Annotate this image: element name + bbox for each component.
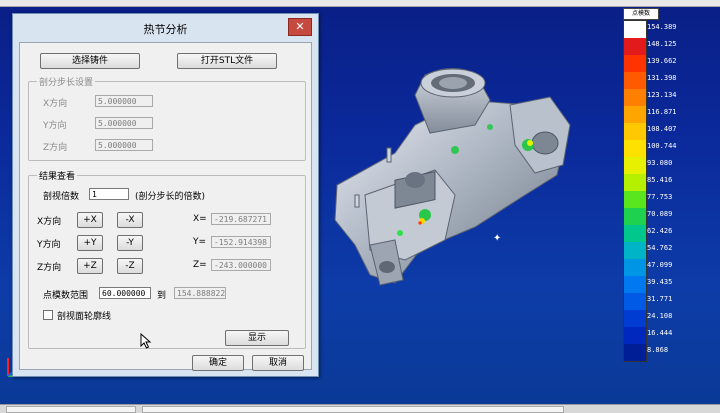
legend-color-cell (624, 293, 646, 310)
x-step-field[interactable]: 5.000000 (95, 95, 153, 107)
z-step-field[interactable]: 5.000000 (95, 139, 153, 151)
section-multiplier-hint: (剖分步长的倍数) (135, 192, 206, 202)
legend-value: 93.080 (647, 159, 673, 167)
legend-color-bar (623, 20, 647, 362)
legend-color-cell (624, 191, 646, 208)
legend-color-cell (624, 72, 646, 89)
legend-value: 123.134 (647, 91, 677, 99)
z-axis-label: Z方向 (37, 263, 62, 273)
legend-value: 100.744 (647, 142, 677, 150)
display-button[interactable]: 显示 (225, 330, 289, 346)
legend-value: 108.407 (647, 125, 677, 133)
select-casting-button[interactable]: 选择铸件 (40, 53, 140, 69)
legend-value: 39.435 (647, 278, 673, 286)
results-group: 结果查看 剖视倍数 1 (剖分步长的倍数) X方向 +X -X X= -219.… (28, 169, 306, 349)
plus-y-button[interactable]: +Y (77, 235, 103, 251)
legend-value: 8.868 (647, 346, 669, 354)
hot-spot-analysis-dialog: 热节分析 ✕ 选择铸件 打开STL文件 剖分步长设置 X方向 5.000000 … (12, 13, 319, 377)
plus-x-button[interactable]: +X (77, 212, 103, 228)
legend-value: 16.444 (647, 329, 673, 337)
results-group-label: 结果查看 (37, 169, 78, 182)
legend-color-cell (624, 106, 646, 123)
open-stl-button[interactable]: 打开STL文件 (177, 53, 277, 69)
plus-z-button[interactable]: +Z (77, 258, 103, 274)
z-coord-label: Z= (193, 260, 207, 270)
legend-color-cell (624, 123, 646, 140)
subdivision-group-label: 剖分步长设置 (37, 75, 96, 88)
legend-color-cell (624, 157, 646, 174)
legend-color-cell (624, 55, 646, 72)
minus-y-button[interactable]: -Y (117, 235, 143, 251)
legend-color-cell (624, 174, 646, 191)
legend-title: 点模数 (623, 8, 659, 20)
legend-value: 54.762 (647, 244, 673, 252)
legend-value: 116.871 (647, 108, 677, 116)
x-axis-label: X方向 (37, 217, 62, 227)
app-top-bar (0, 0, 720, 7)
range-from-field[interactable]: 60.000000 (99, 287, 151, 299)
close-button[interactable]: ✕ (288, 18, 312, 36)
minus-z-button[interactable]: -Z (117, 258, 143, 274)
legend-color-cell (624, 21, 646, 38)
legend-value: 131.398 (647, 74, 677, 82)
y-axis-label: Y方向 (37, 240, 61, 250)
range-to-field[interactable]: 154.888822 (174, 287, 226, 299)
legend-color-cell (624, 140, 646, 157)
z-step-label: Z方向 (43, 143, 68, 153)
minus-x-button[interactable]: -X (117, 212, 143, 228)
y-coord-label: Y= (193, 237, 207, 247)
legend-color-cell (624, 310, 646, 327)
legend-color-cell (624, 327, 646, 344)
ok-button[interactable]: 确定 (192, 355, 244, 371)
range-to-label: 到 (157, 291, 167, 301)
casting-3d-model[interactable] (325, 45, 575, 305)
legend-value: 139.662 (647, 57, 677, 65)
contour-checkbox[interactable] (43, 310, 53, 320)
dialog-title: 热节分析 (143, 23, 188, 36)
legend-value: 31.771 (647, 295, 673, 303)
legend-value: 47.099 (647, 261, 673, 269)
section-multiplier-label: 剖视倍数 (43, 192, 80, 202)
app-bottom-bar (0, 404, 720, 413)
status-segment (142, 406, 564, 413)
legend-value: 85.416 (647, 176, 673, 184)
legend-color-cell (624, 242, 646, 259)
x-step-label: X方向 (43, 99, 68, 109)
y-coord-field[interactable]: -152.914398 (211, 236, 271, 248)
contour-checkbox-label: 剖视面轮廓线 (57, 312, 112, 322)
x-coord-field[interactable]: -219.687271 (211, 213, 271, 225)
arrow-cursor-icon (140, 333, 152, 349)
section-multiplier-field[interactable]: 1 (89, 188, 129, 200)
legend-color-cell (624, 225, 646, 242)
cancel-button[interactable]: 取消 (252, 355, 304, 371)
y-step-field[interactable]: 5.000000 (95, 117, 153, 129)
range-label: 点模数范围 (43, 291, 89, 301)
legend-value: 24.108 (647, 312, 673, 320)
legend-color-cell (624, 38, 646, 55)
z-coord-field[interactable]: -243.000000 (211, 259, 271, 271)
legend-color-cell (624, 276, 646, 293)
legend-value: 154.389 (647, 23, 677, 31)
status-segment (6, 406, 136, 413)
legend-value: 148.125 (647, 40, 677, 48)
legend-color-cell (624, 344, 646, 361)
legend-color-cell (624, 259, 646, 276)
y-step-label: Y方向 (43, 121, 67, 131)
legend-value: 70.089 (647, 210, 673, 218)
legend-value: 62.426 (647, 227, 673, 235)
x-coord-label: X= (193, 214, 207, 224)
legend-color-cell (624, 89, 646, 106)
legend-color-cell (624, 208, 646, 225)
dialog-body: 选择铸件 打开STL文件 剖分步长设置 X方向 5.000000 Y方向 5.0… (19, 42, 312, 371)
legend-value: 77.753 (647, 193, 673, 201)
sparkle-icon: ✦ (493, 233, 502, 244)
dialog-titlebar[interactable]: 热节分析 ✕ (13, 14, 318, 42)
subdivision-group: 剖分步长设置 X方向 5.000000 Y方向 5.000000 Z方向 5.0… (28, 75, 306, 161)
